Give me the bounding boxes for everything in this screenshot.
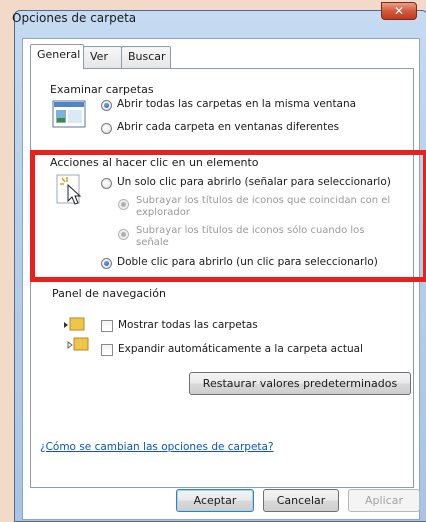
cancel-button[interactable]: Cancelar — [263, 489, 339, 512]
apply-button[interactable]: Aplicar — [348, 489, 420, 512]
radio-new-window[interactable] — [101, 123, 112, 134]
close-icon: ✕ — [393, 4, 405, 18]
window-title: Opciones de carpeta — [12, 11, 137, 25]
checkbox-show-all-folders[interactable] — [101, 320, 113, 332]
radio-same-window[interactable] — [101, 100, 112, 111]
auto-expand-label: Expandir automáticamente a la carpeta ac… — [118, 343, 363, 355]
browse-folders-heading: Examinar carpetas — [50, 83, 154, 96]
ok-button[interactable]: Aceptar — [176, 489, 254, 512]
close-button[interactable]: ✕ — [381, 2, 417, 20]
tab-general[interactable]: General — [30, 44, 84, 69]
show-all-folders-label: Mostrar todas las carpetas — [118, 319, 258, 331]
same-window-label: Abrir todas las carpetas en la misma ven… — [117, 98, 357, 110]
highlight-annotation — [30, 150, 426, 282]
tab-view[interactable]: Ver — [83, 46, 122, 68]
restore-defaults-button[interactable]: Restaurar valores predeterminados — [189, 372, 411, 395]
folder-tree-icon — [64, 317, 89, 351]
tab-search[interactable]: Buscar — [121, 46, 171, 68]
checkbox-auto-expand[interactable] — [101, 344, 113, 356]
navigation-pane-heading: Panel de navegación — [52, 287, 166, 300]
new-window-label: Abrir cada carpeta en ventanas diferente… — [117, 121, 340, 133]
window-preview-icon — [52, 100, 86, 128]
help-link[interactable]: ¿Cómo se cambian las opciones de carpeta… — [40, 441, 274, 453]
